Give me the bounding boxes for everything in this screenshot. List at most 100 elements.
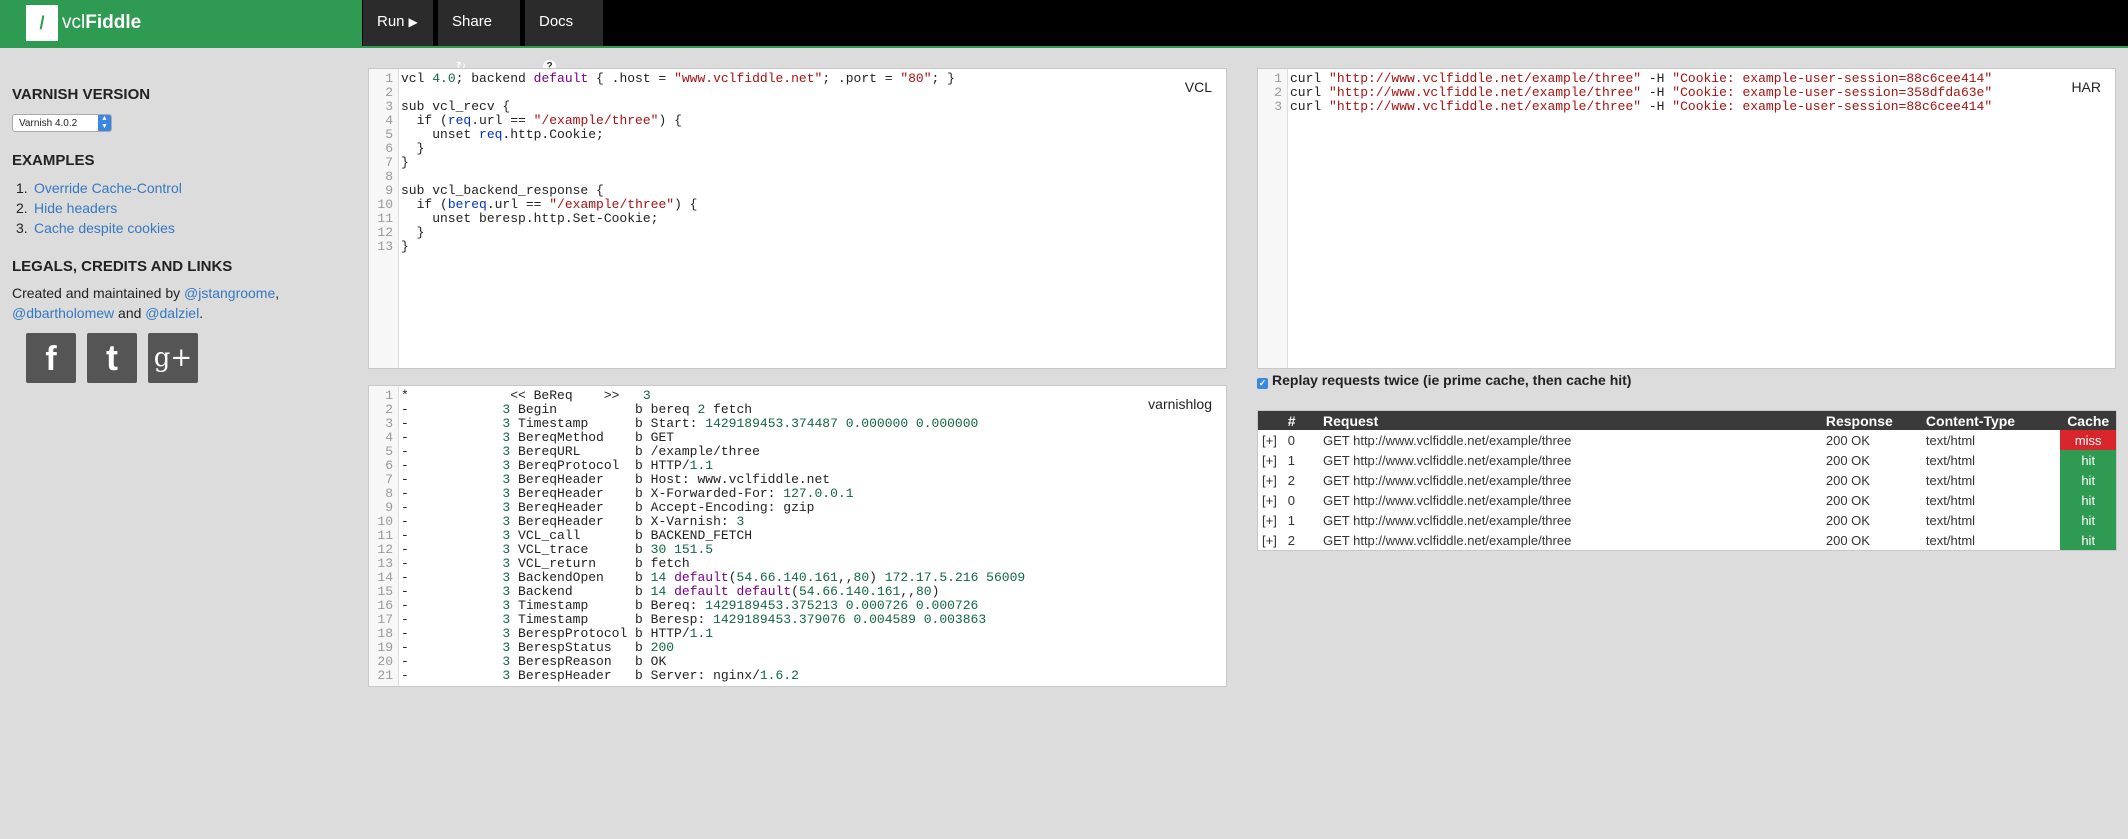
har-code[interactable]: 1 curl "http://www.vclfiddle.net/example/… <box>1258 72 1992 114</box>
row-number: 0 <box>1287 492 1295 508</box>
cache-status-badge: hit <box>2060 490 2116 510</box>
docs-button[interactable]: Docs? <box>525 0 603 73</box>
run-button[interactable]: Run ▶ <box>363 0 433 46</box>
list-item: 3. Cache despite cookies <box>16 218 312 238</box>
brand-name-prefix: vcl <box>62 12 86 33</box>
row-content-type: text/html <box>1925 492 1976 508</box>
vcl-label: VCL <box>1184 79 1212 95</box>
row-content-type: text/html <box>1925 452 1976 468</box>
row-number: 1 <box>1287 452 1295 468</box>
row-content-type: text/html <box>1925 532 1976 548</box>
brand-name-bold: Fiddle <box>85 12 142 33</box>
row-response: 200 OK <box>1825 452 1870 468</box>
share-label: Share <box>452 13 493 30</box>
brand-logo-icon: / <box>26 5 58 41</box>
list-item: 2. Hide headers <box>16 198 312 218</box>
vcl-editor[interactable]: 1 vcl 4.0; backend default { .host = "www… <box>368 68 1227 369</box>
play-icon: ▶ <box>408 15 418 29</box>
facebook-button[interactable]: f <box>26 333 76 383</box>
cache-status-badge: miss <box>2060 430 2116 450</box>
row-content-type: text/html <box>1925 472 1976 488</box>
row-response: 200 OK <box>1825 432 1870 448</box>
googleplus-button[interactable]: g+ <box>148 333 198 383</box>
cache-status-badge: hit <box>2060 510 2116 530</box>
column-header-number: # <box>1283 411 1319 430</box>
row-request: GET http://www.vclfiddle.net/example/thr… <box>1323 512 1572 528</box>
version-heading: VARNISH VERSION <box>12 86 151 103</box>
row-content-type: text/html <box>1925 512 1976 528</box>
run-label: Run <box>377 13 405 30</box>
example-link-override-cache-control[interactable]: Override Cache-Control <box>34 180 182 196</box>
expand-toggle[interactable]: [+] <box>1258 530 1284 550</box>
row-content-type: text/html <box>1925 432 1976 448</box>
column-header-response: Response <box>1821 411 1922 430</box>
credits-prefix: Created and maintained by <box>12 285 181 301</box>
cache-status-badge: hit <box>2060 470 2116 490</box>
column-header-cache: Cache <box>2060 411 2116 430</box>
table-row[interactable]: [+] 1 GET http://www.vclfiddle.net/examp… <box>1258 450 2116 470</box>
example-link-cache-despite-cookies[interactable]: Cache despite cookies <box>34 220 175 236</box>
column-header-content-type: Content-Type <box>1921 411 2061 430</box>
vcl-code[interactable]: 1 vcl 4.0; backend default { .host = "www… <box>369 72 955 254</box>
table-row[interactable]: [+] 0 GET http://www.vclfiddle.net/examp… <box>1258 490 2116 510</box>
credit-end: . <box>199 305 204 321</box>
row-response: 200 OK <box>1825 472 1870 488</box>
table-row[interactable]: [+] 2 GET http://www.vclfiddle.net/examp… <box>1258 530 2116 550</box>
share-button[interactable]: Share↻ <box>438 0 520 73</box>
expand-toggle[interactable]: [+] <box>1258 470 1284 490</box>
twitter-button[interactable]: t <box>87 333 137 383</box>
expand-toggle[interactable]: [+] <box>1258 430 1284 450</box>
cache-status-badge: hit <box>2060 450 2116 470</box>
row-number: 2 <box>1287 472 1295 488</box>
expand-toggle[interactable]: [+] <box>1258 450 1284 470</box>
legal-heading: LEGALS, CREDITS AND LINKS <box>12 258 233 275</box>
twitter-icon: t <box>106 337 118 378</box>
table-row[interactable]: [+] 1 GET http://www.vclfiddle.net/examp… <box>1258 510 2116 530</box>
varnishlog-output: 1 * << BeReq >> 3 2- 3 Begin b bereq 2 fe… <box>377 388 1026 683</box>
replay-checkbox[interactable]: ✓ <box>1257 378 1268 389</box>
credits-text: Created and maintained by @jstangroome, … <box>12 283 322 323</box>
brand-name: vclFiddle <box>62 0 141 46</box>
table-row[interactable]: [+] 2 GET http://www.vclfiddle.net/examp… <box>1258 470 2116 490</box>
column-header-request: Request <box>1319 411 1822 430</box>
column-header-expand <box>1258 411 1284 430</box>
table-row[interactable]: [+] 0 GET http://www.vclfiddle.net/examp… <box>1258 430 2116 450</box>
replay-option[interactable]: ✓ Replay requests twice (ie prime cache, … <box>1257 372 1631 389</box>
version-select[interactable]: Varnish 4.0.2 ▲ ▼ <box>12 114 112 132</box>
row-request: GET http://www.vclfiddle.net/example/thr… <box>1323 472 1572 488</box>
facebook-icon: f <box>45 340 57 378</box>
brand-header: / vclFiddle <box>0 0 362 46</box>
credit-separator: , <box>275 285 280 301</box>
har-editor[interactable]: 1 curl "http://www.vclfiddle.net/example/… <box>1257 68 2116 369</box>
expand-toggle[interactable]: [+] <box>1258 490 1284 510</box>
list-item: 1. Override Cache-Control <box>16 178 312 198</box>
row-number: 2 <box>1287 532 1295 548</box>
credit-link-dbartholomew[interactable]: @dbartholomew <box>12 305 114 321</box>
example-number: 3. <box>16 220 28 236</box>
row-response: 200 OK <box>1825 512 1870 528</box>
results-table: # Request Response Content-Type Cache [+… <box>1257 410 2117 551</box>
row-request: GET http://www.vclfiddle.net/example/thr… <box>1323 452 1572 468</box>
cache-status-badge: hit <box>2060 530 2116 550</box>
top-bar: / vclFiddle Run ▶ Share↻ Docs? <box>0 0 2128 73</box>
row-response: 200 OK <box>1825 492 1870 508</box>
row-number: 1 <box>1287 512 1295 528</box>
version-selected: Varnish 4.0.2 <box>19 118 78 129</box>
row-request: GET http://www.vclfiddle.net/example/thr… <box>1323 532 1572 548</box>
docs-label: Docs <box>539 13 574 30</box>
googleplus-icon: g+ <box>153 343 193 373</box>
expand-toggle[interactable]: [+] <box>1258 510 1284 530</box>
varnishlog-label: varnishlog <box>1148 396 1212 412</box>
examples-list: 1. Override Cache-Control 2. Hide headers … <box>12 178 312 238</box>
varnishlog-panel[interactable]: 1 * << BeReq >> 3 2- 3 Begin b bereq 2 fe… <box>368 385 1227 687</box>
credit-and: and <box>118 305 142 321</box>
select-arrows-icon: ▲ ▼ <box>98 115 111 131</box>
replay-label: Replay requests twice (ie prime cache, t… <box>1272 372 1632 388</box>
credit-link-jstangroome[interactable]: @jstangroome <box>184 285 275 301</box>
row-response: 200 OK <box>1825 532 1870 548</box>
credit-link-dalziel[interactable]: @dalziel <box>145 305 199 321</box>
row-request: GET http://www.vclfiddle.net/example/thr… <box>1323 492 1572 508</box>
example-link-hide-headers[interactable]: Hide headers <box>34 200 117 216</box>
har-label: HAR <box>2071 79 2101 95</box>
example-number: 1. <box>16 180 28 196</box>
